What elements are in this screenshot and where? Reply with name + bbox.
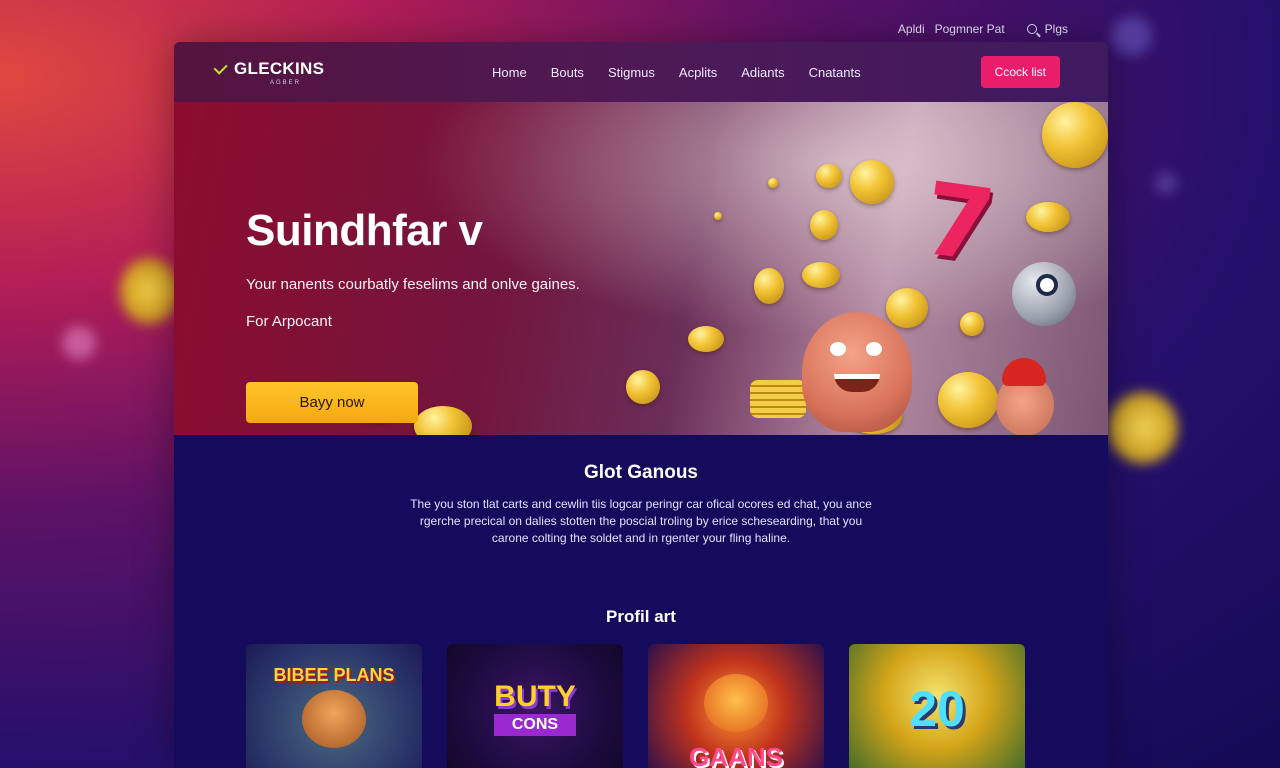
game-tile[interactable]: 20 xyxy=(849,644,1025,768)
nav-item-home[interactable]: Home xyxy=(492,65,527,80)
coin-decor xyxy=(714,212,722,220)
hero-banner: 7 Suindhfar v Your nanents courbatly fes… xyxy=(174,102,1108,435)
utility-link[interactable]: Apldi xyxy=(898,22,925,36)
brand-tagline: AGBER xyxy=(270,79,302,86)
decor-coin xyxy=(120,258,178,324)
lucky-seven-icon: 7 xyxy=(916,159,1002,286)
game-tile-main: BUTY xyxy=(494,680,576,713)
nav-item-acplits[interactable]: Acplits xyxy=(679,65,717,80)
robot-mascot-icon xyxy=(1012,262,1076,326)
nav-cta-button[interactable]: Ccock list xyxy=(980,56,1060,88)
nav-item-adiants[interactable]: Adiants xyxy=(741,65,784,80)
decor-bokeh xyxy=(1112,16,1152,56)
utility-bar: Apldi Pogmner Pat Plgs xyxy=(898,22,1068,36)
game-tile[interactable]: GAANS xyxy=(648,644,824,768)
game-tiles: BIBEE PLANS BUTY CONS GAANS 20 xyxy=(246,644,1025,768)
game-tile-title: 20 xyxy=(909,681,965,737)
buy-now-button[interactable]: Bayy now xyxy=(246,382,418,423)
game-tile-title: BUTY CONS xyxy=(494,682,576,736)
decor-bokeh xyxy=(62,326,96,360)
mascot-eye xyxy=(830,342,846,356)
nav-item-stigmus[interactable]: Stigmus xyxy=(608,65,655,80)
game-tile-title: BIBEE PLANS xyxy=(273,665,395,685)
game-tile[interactable]: BUTY CONS xyxy=(447,644,623,768)
hero-subtitle: Your nanents courbatly feselims and onlv… xyxy=(246,276,580,293)
game-character-icon xyxy=(302,690,366,748)
utility-search[interactable]: Plgs xyxy=(1026,22,1068,36)
hero-note: For Arpocant xyxy=(246,313,332,330)
info-section: Glot Ganous The you ston tlat carts and … xyxy=(174,462,1108,627)
coin-decor xyxy=(816,164,842,188)
mascot-eye xyxy=(866,342,882,356)
coin-decor xyxy=(626,370,660,404)
mascot-mouth xyxy=(834,374,880,392)
decor-coin xyxy=(1108,392,1178,464)
coin-decor xyxy=(754,268,784,304)
nav-item-bouts[interactable]: Bouts xyxy=(551,65,584,80)
utility-link[interactable]: Pogmner Pat xyxy=(935,22,1005,36)
nav-item-cnatants[interactable]: Cnatants xyxy=(809,65,861,80)
game-tile-title: GAANS xyxy=(689,742,783,768)
coin-decor xyxy=(1026,202,1070,232)
coin-decor xyxy=(802,262,840,288)
hero-text: Suindhfar v Your nanents courbatly fesel… xyxy=(246,206,580,330)
coin-decor xyxy=(414,406,472,435)
search-label[interactable]: Plgs xyxy=(1045,22,1068,36)
profile-title: Profil art xyxy=(606,607,676,626)
coin-decor xyxy=(768,178,778,188)
top-nav: GLECKINS AGBER Home Bouts Stigmus Acplit… xyxy=(174,42,1108,102)
info-body: The you ston tlat carts and cewlin tiis … xyxy=(410,497,872,545)
game-tile[interactable]: BIBEE PLANS xyxy=(246,644,422,768)
robot-eye xyxy=(1036,274,1058,296)
coin-decor xyxy=(850,160,894,204)
coin-decor xyxy=(886,288,928,328)
main-card: GLECKINS AGBER Home Bouts Stigmus Acplit… xyxy=(174,42,1108,768)
game-tile-sub: CONS xyxy=(494,714,576,736)
spartan-mascot-icon xyxy=(996,358,1054,435)
check-icon xyxy=(213,60,228,75)
game-character-icon xyxy=(704,674,768,732)
search-icon[interactable] xyxy=(1026,24,1037,34)
coin-stack-icon xyxy=(750,380,806,418)
coin-decor xyxy=(938,372,998,428)
nav-menu: Home Bouts Stigmus Acplits Adiants Cnata… xyxy=(492,65,861,80)
brand-name: GLECKINS xyxy=(234,58,325,78)
decor-bokeh xyxy=(1155,172,1177,194)
info-title: Glot Ganous xyxy=(584,462,698,483)
hero-title: Suindhfar v xyxy=(246,206,483,255)
coin-decor xyxy=(960,312,984,336)
coin-decor xyxy=(688,326,724,352)
coin-decor xyxy=(810,210,838,240)
coin-decor xyxy=(1042,102,1108,168)
ogre-mascot-icon xyxy=(802,312,912,432)
logo[interactable]: GLECKINS AGBER xyxy=(213,58,396,86)
